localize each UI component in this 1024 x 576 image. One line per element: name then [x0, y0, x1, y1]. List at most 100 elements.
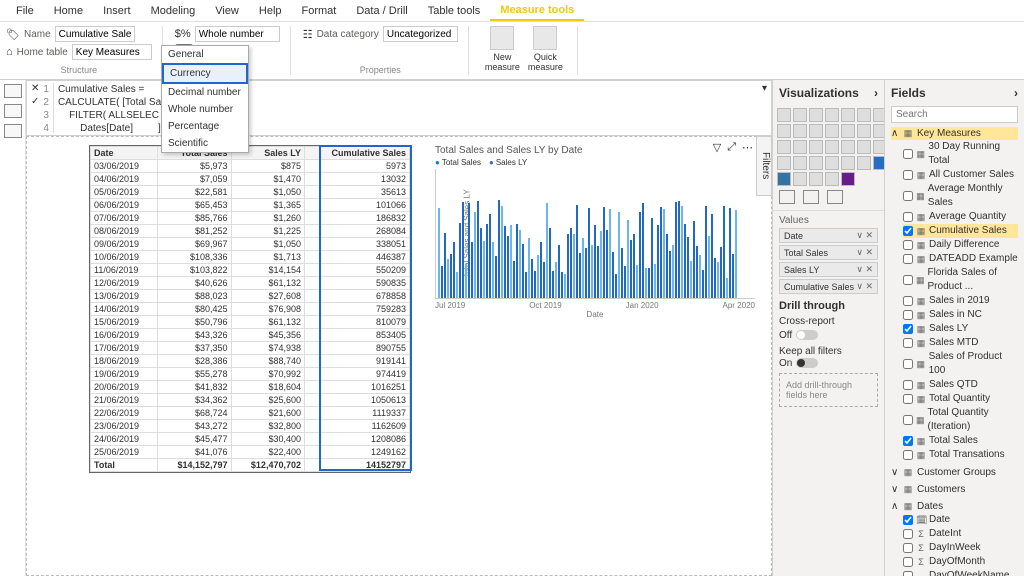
viz-type-icon[interactable]: [793, 140, 807, 154]
format-option-scientific[interactable]: Scientific: [162, 135, 248, 152]
field-checkbox[interactable]: [903, 571, 913, 576]
field-checkbox[interactable]: [903, 415, 913, 425]
field-item[interactable]: ▦Total Transations: [903, 448, 1018, 462]
well-item[interactable]: Total Sales∨ ✕: [779, 245, 878, 260]
model-view-icon[interactable]: [4, 124, 22, 138]
table-row[interactable]: 19/06/2019$55,278$70,992974419: [91, 368, 410, 381]
fields-search-input[interactable]: [891, 106, 1018, 123]
data-view-icon[interactable]: [4, 104, 22, 118]
viz-type-icon[interactable]: [857, 108, 871, 122]
field-item[interactable]: ▦Sales LY: [903, 322, 1018, 336]
field-item[interactable]: ▦Sales in 2019: [903, 294, 1018, 308]
keep-filters-toggle[interactable]: [796, 358, 818, 368]
cross-report-toggle[interactable]: [796, 330, 818, 340]
viz-type-icon[interactable]: [841, 156, 855, 170]
field-checkbox[interactable]: [903, 212, 913, 222]
tab-data-drill[interactable]: Data / Drill: [346, 2, 417, 20]
viz-type-icon[interactable]: [857, 124, 871, 138]
table-visual[interactable]: DateTotal SalesSales LYCumulative Sales …: [89, 145, 411, 473]
field-group-header[interactable]: ∨▦Customers: [891, 483, 1018, 496]
table-row[interactable]: 12/06/2019$40,626$61,132590835: [91, 277, 410, 290]
format-dropdown-input[interactable]: [195, 26, 280, 42]
tab-insert[interactable]: Insert: [93, 2, 141, 20]
table-row[interactable]: 20/06/2019$41,832$18,6041016251: [91, 381, 410, 394]
viz-type-icon[interactable]: [809, 108, 823, 122]
field-checkbox[interactable]: [903, 436, 913, 446]
field-checkbox[interactable]: [903, 324, 913, 334]
collapse-fields-icon[interactable]: ›: [1014, 86, 1018, 100]
fields-tab-button[interactable]: [779, 190, 795, 204]
viz-type-icon[interactable]: [777, 172, 791, 186]
field-checkbox[interactable]: [903, 226, 913, 236]
commit-icon[interactable]: ✓: [31, 96, 39, 107]
table-row[interactable]: 16/06/2019$43,326$45,356853405: [91, 329, 410, 342]
tab-view[interactable]: View: [205, 2, 249, 20]
viz-type-icon[interactable]: [793, 172, 807, 186]
field-checkbox[interactable]: [903, 557, 913, 567]
table-row[interactable]: 24/06/2019$45,477$30,4001208086: [91, 433, 410, 446]
table-row[interactable]: 06/06/2019$65,453$1,365101066: [91, 199, 410, 212]
format-tab-button[interactable]: [803, 190, 819, 204]
field-group-header[interactable]: ∧▦Dates: [891, 500, 1018, 513]
viz-type-icon[interactable]: [841, 124, 855, 138]
field-item[interactable]: ▦Average Monthly Sales: [903, 182, 1018, 210]
field-item[interactable]: ▦Daily Difference: [903, 238, 1018, 252]
table-row[interactable]: 21/06/2019$34,362$25,6001050613: [91, 394, 410, 407]
table-row[interactable]: 13/06/2019$88,023$27,608678858: [91, 290, 410, 303]
tab-file[interactable]: File: [6, 2, 44, 20]
field-checkbox[interactable]: [903, 359, 913, 369]
field-item[interactable]: ▦Total Sales: [903, 434, 1018, 448]
remove-field-icon[interactable]: ∨ ✕: [856, 281, 873, 292]
table-row[interactable]: 11/06/2019$103,822$14,154550209: [91, 264, 410, 277]
field-item[interactable]: ΣDayInWeek: [903, 541, 1018, 555]
field-item[interactable]: ▦30 Day Running Total: [903, 140, 1018, 168]
viz-type-icon[interactable]: [793, 108, 807, 122]
well-item[interactable]: Date∨ ✕: [779, 228, 878, 243]
remove-field-icon[interactable]: ∨ ✕: [856, 247, 873, 258]
table-row[interactable]: 10/06/2019$108,336$1,713446387: [91, 251, 410, 264]
table-row[interactable]: 18/06/2019$28,386$88,740919141: [91, 355, 410, 368]
field-checkbox[interactable]: [903, 191, 913, 201]
field-item[interactable]: ▦Total Quantity (Iteration): [903, 406, 1018, 434]
field-item[interactable]: ▦Total Quantity: [903, 392, 1018, 406]
remove-field-icon[interactable]: ∨ ✕: [856, 230, 873, 241]
table-row[interactable]: 09/06/2019$69,967$1,050338051: [91, 238, 410, 251]
table-row[interactable]: 08/06/2019$81,252$1,225268084: [91, 225, 410, 238]
field-item[interactable]: 🗓Date: [903, 513, 1018, 527]
field-checkbox[interactable]: [903, 275, 913, 285]
tab-measure-tools[interactable]: Measure tools: [490, 1, 584, 21]
field-item[interactable]: ▦Florida Sales of Product ...: [903, 266, 1018, 294]
table-row[interactable]: 25/06/2019$41,076$22,4001249162: [91, 446, 410, 459]
field-checkbox[interactable]: [903, 240, 913, 250]
table-row[interactable]: 04/06/2019$7,059$1,47013032: [91, 173, 410, 186]
table-row[interactable]: 23/06/2019$43,272$32,8001162609: [91, 420, 410, 433]
format-option-whole[interactable]: Whole number: [162, 101, 248, 118]
viz-type-icon[interactable]: [841, 108, 855, 122]
name-input[interactable]: [55, 26, 135, 42]
field-checkbox[interactable]: [903, 254, 913, 264]
filters-flyout-tab[interactable]: Filters: [756, 136, 772, 196]
values-well[interactable]: Date∨ ✕Total Sales∨ ✕Sales LY∨ ✕Cumulati…: [773, 228, 884, 296]
home-table-input[interactable]: [72, 44, 152, 60]
new-measure-button[interactable]: New measure: [481, 26, 524, 72]
field-item[interactable]: ▦Cumulative Sales: [903, 224, 1018, 238]
quick-measure-button[interactable]: Quick measure: [524, 26, 567, 72]
field-checkbox[interactable]: [903, 338, 913, 348]
table-header[interactable]: Cumulative Sales: [304, 147, 409, 160]
field-item[interactable]: ▦Average Quantity: [903, 210, 1018, 224]
tab-format[interactable]: Format: [292, 2, 347, 20]
field-checkbox[interactable]: [903, 296, 913, 306]
analytics-tab-button[interactable]: [827, 190, 843, 204]
drill-fields-dropzone[interactable]: Add drill-through fields here: [779, 373, 878, 407]
viz-type-icon[interactable]: [809, 124, 823, 138]
remove-field-icon[interactable]: ∨ ✕: [856, 264, 873, 275]
report-view-icon[interactable]: [4, 84, 22, 98]
tab-home[interactable]: Home: [44, 2, 93, 20]
format-option-general[interactable]: General: [162, 46, 248, 63]
table-row[interactable]: 17/06/2019$37,350$74,938890755: [91, 342, 410, 355]
tab-table-tools[interactable]: Table tools: [418, 2, 491, 20]
format-option-decimal[interactable]: Decimal number: [162, 84, 248, 101]
field-item[interactable]: ▦All Customer Sales: [903, 168, 1018, 182]
well-item[interactable]: Sales LY∨ ✕: [779, 262, 878, 277]
viz-type-icon[interactable]: [809, 156, 823, 170]
